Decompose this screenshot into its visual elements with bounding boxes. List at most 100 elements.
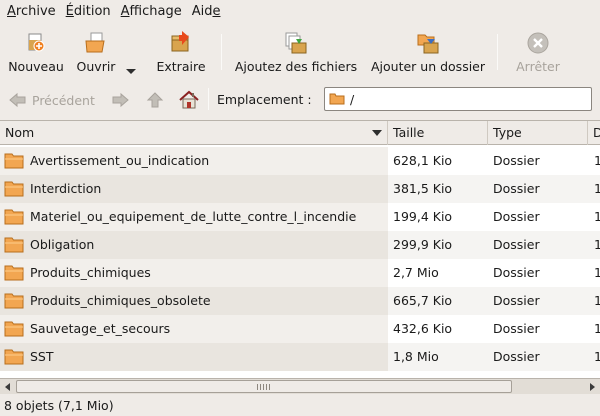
file-name: Produits_chimiques_obsolete [30,293,211,308]
file-name-cell: SST [0,343,388,371]
status-bar: 8 objets (7,1 Mio) [0,396,600,416]
file-name: SST [30,349,54,364]
file-size: 1,8 Mio [393,349,439,364]
scrollbar-thumb[interactable] [16,380,512,393]
file-row[interactable]: Produits_chimiques_obsolete 665,7 Kio Do… [0,287,600,315]
stop-button-label: Arrêter [516,59,560,74]
add-folder-icon [416,31,440,55]
menu-archive-mnemonic: A [7,4,16,19]
forward-button[interactable] [110,90,130,110]
file-size: 199,4 Kio [393,209,453,224]
file-name-cell: Produits_chimiques_obsolete [0,287,388,315]
sort-descending-icon [372,130,382,136]
add-files-button[interactable]: Ajoutez des fichiers [232,26,360,76]
location-label: Emplacement : [217,92,312,107]
file-name-cell: Avertissement_ou_indication [0,147,388,175]
scroll-left-arrow-icon[interactable] [5,383,10,391]
column-header-type[interactable]: Type [488,121,588,145]
column-header-date[interactable]: D [588,121,600,145]
file-row[interactable]: Avertissement_ou_indication 628,1 Kio Do… [0,147,600,175]
menu-edition-label: dition [73,4,111,19]
file-size: 2,7 Mio [393,265,439,280]
folder-icon [4,293,24,309]
home-button[interactable] [178,90,200,110]
new-button[interactable]: Nouveau [6,26,66,76]
open-button[interactable]: Ouvrir [74,26,118,76]
menu-affichage[interactable]: Affichage [116,0,187,24]
menu-affichage-label: ffichage [129,4,182,19]
back-button[interactable]: Précédent [8,90,95,110]
file-name: Sauvetage_et_secours [30,321,171,336]
file-name: Obligation [30,237,95,252]
file-row[interactable]: SST 1,8 Mio Dossier 1 [0,343,600,371]
file-row[interactable]: Materiel_ou_equipement_de_lutte_contre_l… [0,203,600,231]
file-type: Dossier [493,209,540,224]
open-folder-icon [84,31,108,55]
file-name-cell: Interdiction [0,175,388,203]
column-header-size[interactable]: Taille [388,121,488,145]
extract-button[interactable]: Extraire [152,26,210,76]
file-name-cell: Materiel_ou_equipement_de_lutte_contre_l… [0,203,388,231]
stop-button[interactable]: Arrêter [510,26,566,76]
file-size: 299,9 Kio [393,237,453,252]
file-type: Dossier [493,181,540,196]
folder-icon [4,265,24,281]
menu-aide-label: Aid [191,4,213,19]
menu-edition[interactable]: Édition [61,0,116,24]
column-date-label: D [593,125,600,140]
toolbar-separator [497,34,498,70]
file-type: Dossier [493,293,540,308]
file-name: Produits_chimiques [30,265,151,280]
extract-icon [169,31,193,55]
file-type: Dossier [493,265,540,280]
extract-button-label: Extraire [156,59,206,74]
file-name: Avertissement_ou_indication [30,153,210,168]
file-date: 1 [594,259,600,287]
folder-icon [4,153,24,169]
column-header-name[interactable]: Nom [0,121,388,145]
file-size: 432,6 Kio [393,321,453,336]
file-date: 1 [594,147,600,175]
file-type: Dossier [493,153,540,168]
file-row[interactable]: Interdiction 381,5 Kio Dossier 1 [0,175,600,203]
menu-aide-mnemonic: e [212,4,221,19]
location-input[interactable]: / [324,87,592,111]
file-name: Interdiction [30,181,102,196]
menu-bar: Archive Édition Affichage Aide [0,0,600,24]
menu-archive[interactable]: Archive [2,0,61,24]
new-archive-icon [24,31,48,55]
add-files-icon [284,31,308,55]
column-name-label: Nom [5,125,35,140]
file-date: 1 [594,203,600,231]
file-date: 1 [594,315,600,343]
file-row[interactable]: Obligation 299,9 Kio Dossier 1 [0,231,600,259]
open-dropdown-arrow-icon[interactable] [126,69,136,74]
scroll-right-arrow-icon[interactable] [590,383,595,391]
file-date: 1 [594,287,600,315]
location-separator [208,88,209,110]
folder-icon [4,321,24,337]
file-name-cell: Produits_chimiques [0,259,388,287]
folder-icon [4,349,24,365]
menu-aide[interactable]: Aide [187,0,226,24]
menu-archive-label: rchive [15,4,56,19]
horizontal-scrollbar[interactable] [0,378,600,394]
open-button-label: Ouvrir [76,59,116,74]
add-folder-button[interactable]: Ajouter un dossier [366,26,490,76]
file-type: Dossier [493,349,540,364]
column-size-label: Taille [393,125,425,140]
file-row[interactable]: Produits_chimiques 2,7 Mio Dossier 1 [0,259,600,287]
toolbar-separator [221,34,222,70]
file-row[interactable]: Sauvetage_et_secours 432,6 Kio Dossier 1 [0,315,600,343]
file-name-cell: Sauvetage_et_secours [0,315,388,343]
stop-icon [526,31,550,55]
file-type: Dossier [493,321,540,336]
up-button[interactable] [146,90,164,110]
list-header: Nom Taille Type D [0,121,600,145]
file-date: 1 [594,231,600,259]
folder-icon [4,181,24,197]
folder-icon [329,93,345,105]
location-bar: Précédent Emplacement : / [0,82,600,116]
back-arrow-icon [9,92,26,108]
add-files-button-label: Ajoutez des fichiers [234,59,358,74]
